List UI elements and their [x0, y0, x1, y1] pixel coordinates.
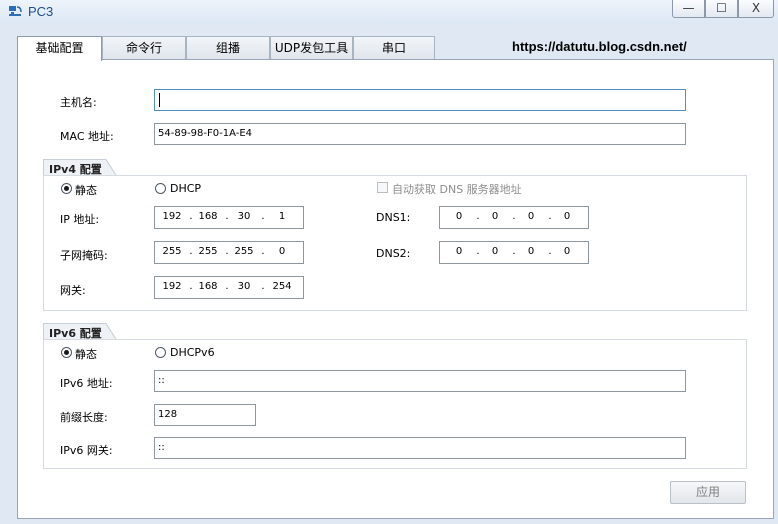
gateway-input[interactable]: 192 . 168 . 30 . 254	[154, 276, 304, 299]
ipv6-static-radio[interactable]	[61, 347, 72, 358]
ipv6-dhcpv6-radio[interactable]	[155, 347, 166, 358]
hostname-input[interactable]	[154, 89, 686, 111]
pc-app-icon	[9, 6, 22, 16]
basic-config-panel: 主机名: MAC 地址: 54-89-98-F0-1A-E4 IPv4 配置 静…	[17, 59, 774, 519]
mac-label: MAC 地址:	[60, 130, 114, 143]
ipv6-dhcpv6-label: DHCPv6	[170, 346, 215, 359]
ipv6-gateway-input[interactable]: ::	[154, 437, 686, 459]
ipv4-dhcp-radio[interactable]	[155, 183, 166, 194]
ip-address-label: IP 地址:	[60, 213, 100, 226]
tab-basic-config[interactable]: 基础配置	[17, 36, 102, 61]
window-title: PC3	[28, 4, 54, 19]
text-caret	[159, 93, 160, 107]
hostname-label: 主机名:	[60, 96, 97, 109]
ipv6-address-label: IPv6 地址:	[60, 377, 113, 390]
mac-address-field: 54-89-98-F0-1A-E4	[154, 123, 686, 145]
prefix-length-input[interactable]: 128	[154, 404, 256, 426]
close-button[interactable]: X	[738, 0, 774, 18]
ip-address-input[interactable]: 192 . 168 . 30 . 1	[154, 206, 304, 229]
ipv6-gateway-label: IPv6 网关:	[60, 444, 113, 457]
auto-dns-label: 自动获取 DNS 服务器地址	[392, 183, 522, 196]
tab-multicast[interactable]: 组播	[186, 36, 270, 60]
watermark-url: https://datutu.blog.csdn.net/	[512, 39, 687, 54]
tab-command-line[interactable]: 命令行	[102, 36, 186, 60]
dns1-label: DNS1:	[376, 211, 411, 224]
ipv6-static-label: 静态	[75, 348, 97, 361]
maximize-button[interactable]: ☐	[705, 0, 738, 18]
prefix-length-label: 前缀长度:	[60, 411, 108, 424]
gateway-label: 网关:	[60, 284, 86, 297]
ipv4-static-label: 静态	[75, 184, 97, 197]
subnet-mask-label: 子网掩码:	[60, 249, 108, 262]
subnet-mask-input[interactable]: 255 . 255 . 255 . 0	[154, 241, 304, 264]
apply-button[interactable]: 应用	[670, 481, 746, 504]
ipv6-group-header: IPv6 配置	[43, 323, 117, 340]
tab-udp-tool[interactable]: UDP发包工具	[270, 36, 353, 60]
minimize-button[interactable]: —	[672, 0, 705, 18]
dns1-input[interactable]: 0 . 0 . 0 . 0	[439, 206, 589, 229]
dns2-input[interactable]: 0 . 0 . 0 . 0	[439, 241, 589, 264]
dns2-label: DNS2:	[376, 247, 411, 260]
ipv6-address-input[interactable]: ::	[154, 370, 686, 392]
title-bar: PC3 — ☐ X	[0, 0, 778, 24]
ipv4-dhcp-label: DHCP	[170, 182, 202, 195]
ipv4-group-header: IPv4 配置	[43, 159, 117, 176]
ipv4-static-radio[interactable]	[61, 183, 72, 194]
auto-dns-checkbox[interactable]	[377, 182, 388, 193]
tab-serial[interactable]: 串口	[353, 36, 435, 60]
